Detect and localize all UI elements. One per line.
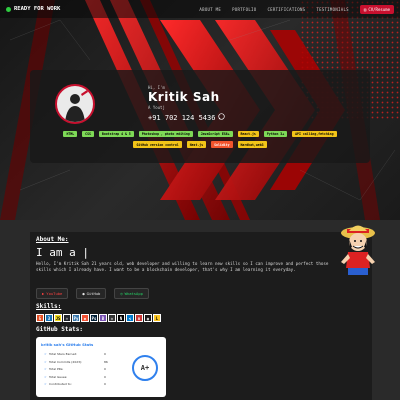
skills-icons: 5 3 JS ⚛ Py ◆ Ps B ◇ N ≺ n ◉ L	[36, 314, 161, 322]
resume-button[interactable]: ▤ CV/Resume	[359, 4, 394, 14]
skill-tag: GitHub version control	[133, 141, 182, 148]
skill-tag: Hardhat,web3	[237, 141, 267, 148]
vscode-icon: ≺	[126, 314, 134, 322]
brand-label: READY FOR WORK	[14, 6, 61, 12]
skill-tag: JavaScript ES6+	[197, 131, 233, 138]
profile-subtitle: A Youtj	[148, 105, 165, 110]
about-paragraph: Hello, I'm Kritik Sah 21 years old, web …	[36, 261, 329, 272]
rank-badge: A+	[132, 355, 158, 381]
stat-label: Total PRs:	[49, 367, 64, 371]
nextjs-icon: N	[117, 314, 125, 322]
skills-title: Skills:	[36, 303, 62, 310]
whatsapp-label: WhatsApp	[124, 291, 143, 296]
skill-tag: Bootstrap 4 & 5	[98, 131, 134, 138]
nav-item-about[interactable]: ABOUT ME	[199, 7, 221, 12]
nav-item-portfolio[interactable]: PORTFOLIO	[232, 7, 256, 12]
github-skill-icon: ◉	[144, 314, 152, 322]
stats-row: ☆ Contributed to: 0	[44, 382, 134, 386]
stat-value: 0	[104, 382, 106, 386]
linux-icon: L	[153, 314, 161, 322]
stat-value: 0	[104, 374, 106, 379]
skill-tags: HTML CSS Bootstrap 4 & 5 Photoshop , photo …	[40, 131, 360, 148]
stat-label: Total Issues:	[49, 374, 68, 379]
skill-tag: API calling,fetching	[292, 131, 337, 138]
typed-text: I am a |	[36, 246, 89, 259]
document-icon: ▤	[363, 6, 367, 12]
javascript-icon: JS	[54, 314, 62, 322]
stats-row: ☆ Total Stars Earned: 0	[44, 352, 134, 356]
solidity-icon: ◇	[108, 314, 116, 322]
stat-label: Contributed to:	[49, 382, 72, 386]
nav-item-certifications[interactable]: CERTIFICATIONS	[267, 7, 305, 12]
bootstrap-icon: B	[99, 314, 107, 322]
npm-icon: n	[135, 314, 143, 322]
youtube-button[interactable]: ▶ YouTube	[36, 288, 69, 299]
skill-tag: Next.js	[186, 141, 207, 148]
css-icon: 3	[45, 314, 53, 322]
status-dot-icon	[6, 6, 11, 12]
phone-text: +91 702 124 5436	[148, 113, 216, 122]
whatsapp-icon	[218, 113, 226, 122]
stat-value: 86	[104, 359, 108, 364]
skill-tag: Python 3+	[263, 131, 288, 138]
youtube-label: YouTube	[46, 291, 63, 296]
phone-number[interactable]: +91 702 124 5436	[148, 113, 226, 122]
profile-card: Hi, I'm Kritik Sah A Youtj +91 702 124 5…	[30, 70, 370, 163]
skill-tag: React.js	[237, 131, 259, 138]
skill-tag: HTML	[63, 131, 78, 138]
skill-tag: Photoshop , photo editing	[138, 131, 193, 138]
stat-label: Total Commits (2023):	[49, 359, 83, 364]
photoshop-icon: Ps	[90, 314, 98, 322]
html-icon: 5	[36, 314, 44, 322]
luffy-illustration	[338, 222, 378, 278]
react-icon: ⚛	[63, 314, 71, 322]
stat-value: 0	[104, 367, 106, 371]
social-buttons: ▶ YouTube ● GitHub ◎ WhatsApp	[36, 288, 149, 299]
python-icon: Py	[72, 314, 80, 322]
github-stats-title: GitHub Stats:	[36, 326, 83, 333]
nav-menu: ABOUT ME PORTFOLIO CERTIFICATIONS TESTIM…	[199, 4, 394, 14]
nav-item-testimonials[interactable]: TESTIMONIALS	[316, 7, 349, 12]
top-navbar: READY FOR WORK ABOUT ME PORTFOLIO CERTIF…	[0, 0, 400, 18]
stat-value: 0	[104, 352, 106, 356]
skill-tag: CSS	[82, 131, 94, 138]
resume-label: CV/Resume	[368, 6, 390, 12]
stat-label: Total Stars Earned:	[49, 352, 78, 356]
github-icon: ●	[82, 291, 85, 296]
about-title: About Me:	[36, 236, 69, 243]
profile-name: Kritik Sah	[148, 90, 220, 104]
git-icon: ◆	[81, 314, 89, 322]
brand-status: READY FOR WORK	[6, 6, 60, 12]
avatar	[55, 84, 95, 124]
youtube-icon: ▶	[42, 291, 45, 296]
github-button[interactable]: ● GitHub	[76, 288, 107, 299]
skill-tag: Solidity	[211, 141, 233, 148]
stats-row: ☆ Total Commits (2023): 86	[44, 360, 134, 364]
stats-card-title: kritik sah's GitHub Stats	[41, 342, 94, 347]
whatsapp-icon: ◎	[120, 291, 123, 296]
whatsapp-button[interactable]: ◎ WhatsApp	[114, 288, 149, 299]
github-label: GitHub	[86, 291, 101, 296]
github-stats-card[interactable]: kritik sah's GitHub Stats ☆ Total Stars E…	[36, 337, 166, 397]
stats-row: ☆ Total Issues: 0	[44, 375, 134, 379]
stats-row: ☆ Total PRs: 0	[44, 367, 134, 371]
